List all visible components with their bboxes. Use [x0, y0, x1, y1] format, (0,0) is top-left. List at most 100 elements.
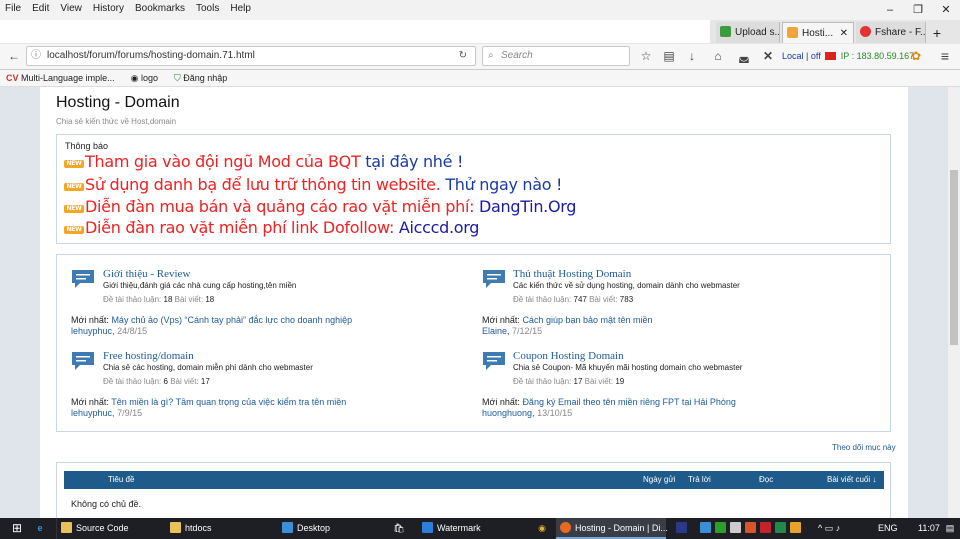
forum-title-link[interactable]: Free hosting/domain	[103, 350, 194, 362]
home-icon[interactable]: ⌂	[710, 47, 726, 65]
threads-label: Đề tài thảo luận:	[513, 295, 572, 304]
tray-app-icon[interactable]	[700, 522, 711, 533]
downloads-icon[interactable]: ↓	[684, 47, 700, 65]
menu-help[interactable]: Help	[230, 3, 251, 14]
shield-icon: ⛉	[173, 73, 181, 83]
tab-upload[interactable]: Upload s...	[716, 22, 780, 43]
latest-author: lehuyphuc, 24/8/15	[71, 326, 148, 336]
close-window-button[interactable]: ✕	[932, 0, 960, 20]
latest-thread-link[interactable]: Tên miền là gì? Tầm quan trọng của việc …	[111, 397, 346, 407]
menu-bar: File Edit View History Bookmarks Tools Help	[0, 0, 960, 14]
tray-app-icon[interactable]	[745, 522, 756, 533]
tray-app-icon[interactable]	[730, 522, 741, 533]
new-badge-icon: NEW	[64, 160, 84, 168]
taskbar-item[interactable]: Watermark	[418, 518, 526, 539]
tray-app-icon[interactable]	[715, 522, 726, 533]
follow-forum-link[interactable]: Theo dõi mục này	[832, 443, 896, 452]
col-last-post[interactable]: Bài viết cuối ↓	[827, 471, 876, 489]
notice-link[interactable]: Aicccd.org	[399, 218, 480, 237]
forum-title-link[interactable]: Coupon Hosting Domain	[513, 350, 624, 362]
forum-title-link[interactable]: Giới thiệu - Review	[103, 268, 190, 280]
tab-label: Upload s...	[735, 27, 780, 38]
clock[interactable]: 11:07	[918, 518, 940, 539]
forum-bubble-icon	[72, 270, 94, 288]
notice-link[interactable]: tại đây nhé !	[365, 152, 463, 171]
col-replies[interactable]: Trả lời	[688, 471, 711, 489]
bookmark-star-icon[interactable]: ☆	[638, 47, 654, 65]
notice-line: NEW Diễn đàn mua bán và quảng cáo rao vặt…	[64, 197, 576, 216]
edge-icon[interactable]: e	[32, 518, 48, 539]
info-icon[interactable]: ⓘ	[31, 47, 41, 65]
scrollbar-thumb[interactable]	[950, 170, 958, 345]
bookmark-item[interactable]: ◉ logo	[131, 73, 158, 83]
windows-start-icon[interactable]: ⊞	[4, 518, 30, 539]
notice-line: NEW Diễn đàn rao vặt miễn phí link Dofoll…	[64, 218, 479, 237]
search-input[interactable]: ⌕ Search	[482, 46, 630, 66]
language-indicator[interactable]: ENG	[878, 518, 898, 539]
posts-count: 18	[205, 295, 215, 304]
gear-addon-icon[interactable]: ✿	[908, 47, 924, 65]
author-link[interactable]: lehuyphuc	[71, 326, 112, 336]
close-tab-icon[interactable]: ✕	[840, 23, 848, 43]
notice-link[interactable]: Thử ngay nào !	[445, 175, 562, 194]
taskbar-label: Hosting - Domain | Di...	[575, 523, 668, 533]
search-icon: ⌕	[488, 50, 494, 61]
forum-title-link[interactable]: Thủ thuật Hosting Domain	[513, 268, 631, 280]
tray-app-icon[interactable]	[775, 522, 786, 533]
latest-author: lehuyphuc, 7/9/15	[71, 408, 143, 418]
tray-app-icons[interactable]	[676, 518, 688, 539]
notice-line: NEW Sử dụng danh bạ để lưu trữ thông tin …	[64, 175, 562, 194]
taskbar-item[interactable]: htdocs	[166, 518, 276, 539]
tray-app-icon[interactable]	[760, 522, 771, 533]
menu-tools[interactable]: Tools	[196, 3, 219, 14]
tray-app-icon[interactable]	[790, 522, 801, 533]
forum-description: Các kiến thức về sử dụng hosting, domain…	[513, 281, 740, 290]
new-tab-button[interactable]: +	[930, 23, 944, 43]
x-addon-icon[interactable]: ✕	[760, 47, 776, 65]
url-bar[interactable]: ⓘ localhost/forum/forums/hosting-domain.…	[26, 46, 476, 66]
author-link[interactable]: lehuyphuc	[71, 408, 112, 418]
store-icon[interactable]: 🛍	[392, 518, 406, 539]
chrome-icon[interactable]: ◉	[532, 518, 552, 539]
bookmark-item[interactable]: ⛉ Đăng nhập	[174, 73, 227, 83]
back-arrow-icon[interactable]: ←	[6, 47, 22, 65]
author-link[interactable]: Elaine	[482, 326, 507, 336]
taskbar-label: Source Code	[76, 523, 129, 533]
notifications-icon[interactable]: ▤	[942, 518, 958, 539]
taskbar-item[interactable]: Desktop	[278, 518, 392, 539]
maximize-button[interactable]: ❐	[904, 0, 932, 20]
minimize-button[interactable]: –	[876, 0, 904, 20]
latest-thread-link[interactable]: Đăng ký Email theo tên miền riêng FPT tạ…	[522, 397, 735, 407]
latest-thread-link[interactable]: Cách giúp bạn bảo mật tên miền	[522, 315, 652, 325]
threads-count: 747	[573, 295, 587, 304]
reload-icon[interactable]: ↻	[459, 47, 467, 65]
page-title: Hosting - Domain	[56, 94, 180, 111]
forum-description: Giới thiệu,đánh giá các nhà cung cấp hos…	[103, 281, 297, 290]
hamburger-menu-icon[interactable]: ≡	[937, 47, 953, 65]
taskbar-item[interactable]: Source Code	[56, 518, 169, 539]
tray-status-icons[interactable]: ^ ▭ ♪	[818, 518, 868, 539]
tab-label: Fshare - F...	[875, 27, 926, 38]
taskbar-label: Desktop	[297, 523, 331, 533]
latest-thread-link[interactable]: Máy chủ ảo (Vps) “Cánh tay phải” đắc lực…	[111, 315, 352, 325]
reading-list-icon[interactable]: ▤	[661, 47, 677, 65]
local-ip-indicator[interactable]: Local | off IP : 183.80.59.167	[782, 46, 914, 66]
col-title[interactable]: Tiêu đề	[108, 471, 134, 489]
menu-bookmarks[interactable]: Bookmarks	[135, 3, 185, 14]
tab-label: Hosti...	[802, 28, 834, 39]
posts-label: Bài viết:	[174, 295, 204, 304]
menu-edit[interactable]: Edit	[32, 3, 49, 14]
taskbar-item-active[interactable]: Hosting - Domain | Di...	[556, 518, 668, 539]
author-link[interactable]: huonghuong	[482, 408, 532, 418]
pocket-icon[interactable]: ◛	[736, 47, 752, 65]
col-date[interactable]: Ngày gửi	[643, 471, 675, 489]
menu-history[interactable]: History	[93, 3, 124, 14]
tab-hosting[interactable]: Hosti... ✕	[782, 22, 854, 43]
menu-view[interactable]: View	[60, 3, 82, 14]
menu-file[interactable]: File	[5, 3, 21, 14]
bookmark-item[interactable]: CV Multi-Language imple...	[6, 73, 115, 83]
notice-link[interactable]: DangTin.Org	[479, 197, 576, 216]
system-tray-icons	[700, 518, 810, 539]
col-views[interactable]: Đọc	[759, 471, 773, 489]
tab-fshare[interactable]: Fshare - F...	[856, 22, 926, 43]
